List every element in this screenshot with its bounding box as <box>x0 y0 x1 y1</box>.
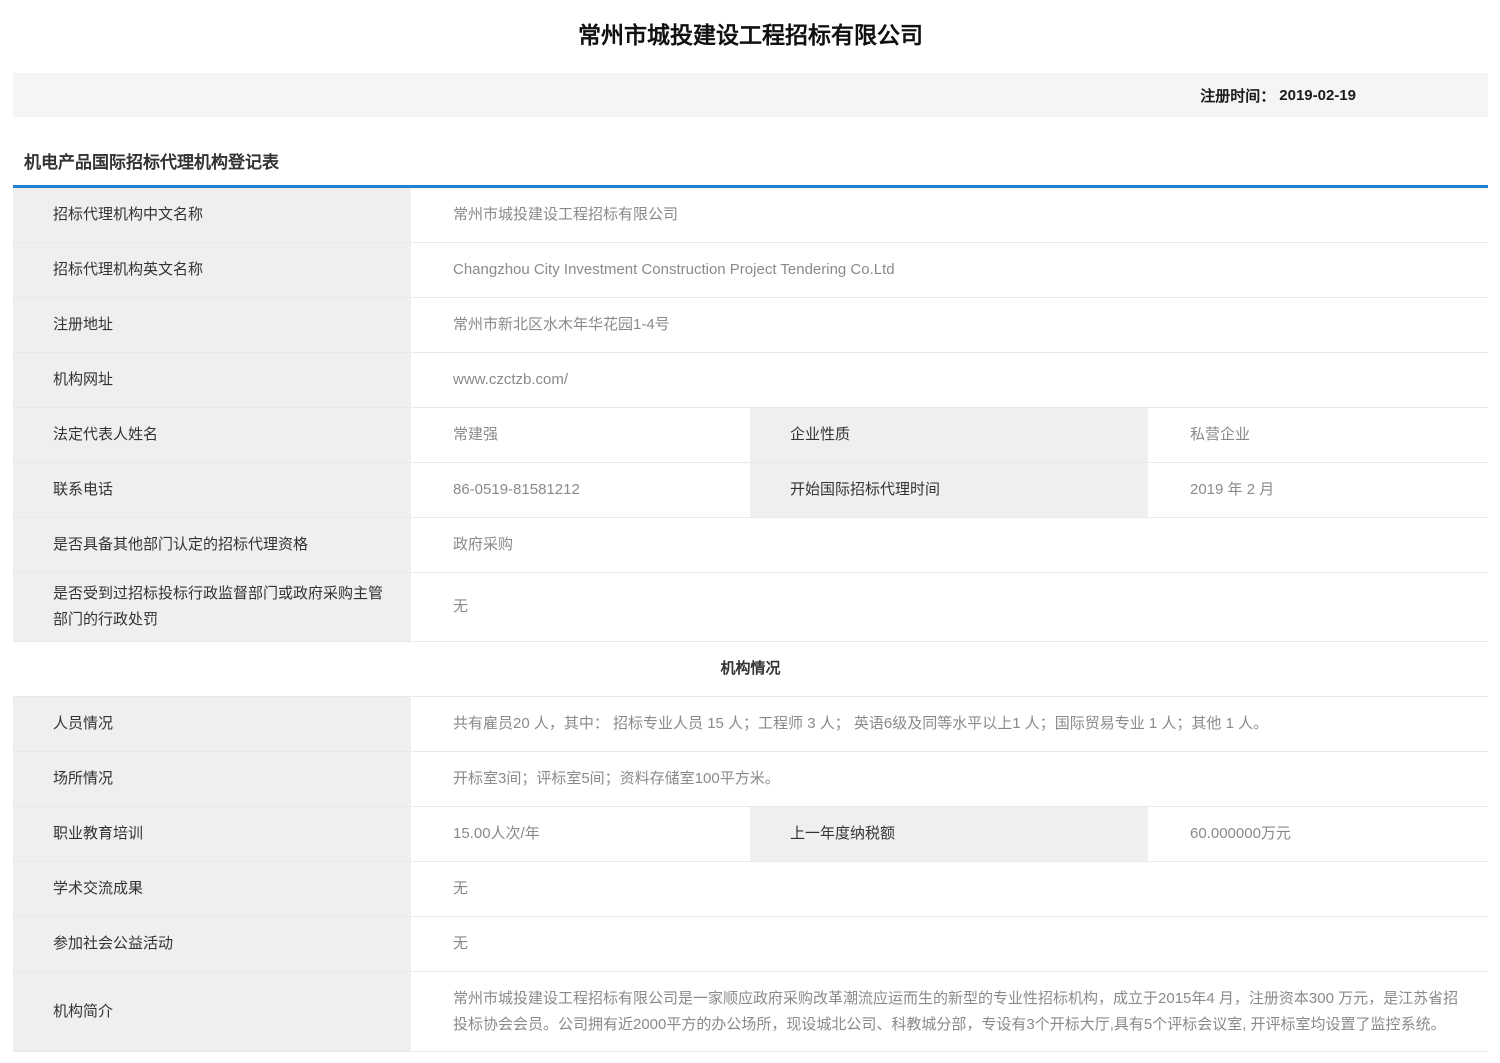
field-value: 常州市城投建设工程招标有限公司是一家顺应政府采购改革潮流应运而生的新型的专业性招… <box>413 972 1488 1052</box>
section-title: 机电产品国际招标代理机构登记表 <box>13 154 1488 188</box>
field-value: 60.000000万元 <box>1150 807 1488 862</box>
field-value: Changzhou City Investment Construction P… <box>413 243 1488 298</box>
field-value: 政府采购 <box>413 518 1488 573</box>
field-label: 机构网址 <box>13 353 413 408</box>
field-label: 是否具备其他部门认定的招标代理资格 <box>13 518 413 573</box>
field-label: 场所情况 <box>13 752 413 807</box>
field-value: 无 <box>413 917 1488 972</box>
field-value: 常建强 <box>413 408 750 463</box>
field-label: 招标代理机构中文名称 <box>13 188 413 243</box>
field-value: 常州市城投建设工程招标有限公司 <box>413 188 1488 243</box>
page-title: 常州市城投建设工程招标有限公司 <box>13 16 1488 54</box>
field-value: 开标室3间；评标室5间；资料存储室100平方米。 <box>413 752 1488 807</box>
field-label: 学术交流成果 <box>13 862 413 917</box>
field-label: 上一年度纳税额 <box>750 807 1150 862</box>
table-section-header: 机构情况 <box>13 642 1488 697</box>
field-label: 企业性质 <box>750 408 1150 463</box>
field-label: 法定代表人姓名 <box>13 408 413 463</box>
field-label: 职业教育培训 <box>13 807 413 862</box>
field-label: 开始国际招标代理时间 <box>750 463 1150 518</box>
field-value: 常州市新北区水木年华花园1-4号 <box>413 298 1488 353</box>
registration-time-bar: 注册时间： 2019-02-19 <box>13 73 1488 117</box>
field-label: 机构简介 <box>13 972 413 1052</box>
field-value: 2019 年 2 月 <box>1150 463 1488 518</box>
field-label: 参加社会公益活动 <box>13 917 413 972</box>
field-label: 注册地址 <box>13 298 413 353</box>
registration-time-label: 注册时间： <box>1200 85 1275 106</box>
field-value: 无 <box>413 862 1488 917</box>
field-value: 86-0519-81581212 <box>413 463 750 518</box>
registration-time-value: 2019-02-19 <box>1279 87 1356 104</box>
field-value: 无 <box>413 573 1488 642</box>
page: 常州市城投建设工程招标有限公司 注册时间： 2019-02-19 机电产品国际招… <box>0 16 1500 1063</box>
field-value: 共有雇员20 人，其中： 招标专业人员 15 人；工程师 3 人； 英语6级及同… <box>413 697 1488 752</box>
field-label: 是否受到过招标投标行政监督部门或政府采购主管部门的行政处罚 <box>13 573 413 642</box>
field-value: 私营企业 <box>1150 408 1488 463</box>
field-value: 15.00人次/年 <box>413 807 750 862</box>
field-value: www.czctzb.com/ <box>413 353 1488 408</box>
field-label: 联系电话 <box>13 463 413 518</box>
field-label: 招标代理机构英文名称 <box>13 243 413 298</box>
registration-table: 招标代理机构中文名称常州市城投建设工程招标有限公司招标代理机构英文名称Chang… <box>13 188 1488 1052</box>
field-label: 人员情况 <box>13 697 413 752</box>
